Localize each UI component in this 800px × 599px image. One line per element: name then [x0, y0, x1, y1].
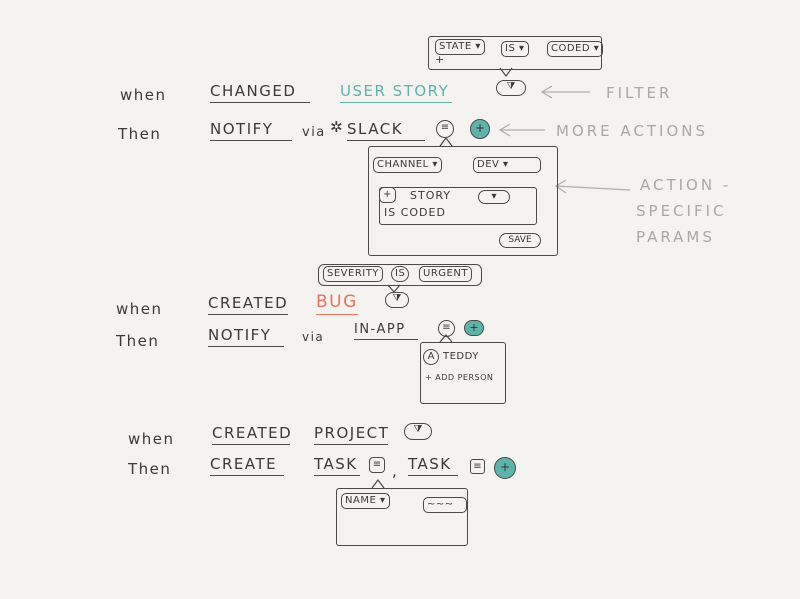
annotation-params-line-2: SPECIFIC — [636, 202, 727, 220]
then-keyword: Then — [118, 125, 162, 143]
plus-icon[interactable]: + — [470, 119, 490, 139]
event-selector[interactable]: CHANGED — [210, 82, 310, 103]
filter-field-value: SEVERITY — [327, 268, 379, 279]
recipients-popover: A TEDDY + ADD PERSON — [420, 342, 506, 404]
channel-selector[interactable]: IN-APP — [354, 322, 418, 340]
filter-value-dropdown[interactable]: CODED ▾ — [547, 41, 604, 57]
chevron-down-icon: ▾ — [518, 43, 525, 54]
chevron-down-icon: ▾ — [432, 159, 438, 170]
channel-selector[interactable]: SLACK — [347, 120, 425, 141]
event-selector[interactable]: CREATED — [208, 294, 288, 315]
popover-pointer — [371, 479, 385, 489]
chevron-down-icon: ▾ — [593, 43, 600, 54]
task-field-dropdown[interactable]: NAME ▾ — [341, 493, 390, 509]
via-keyword: via — [302, 125, 326, 140]
annotation-params-line-1: ACTION - — [640, 176, 732, 194]
separator: , — [392, 462, 399, 480]
add-person-button[interactable]: + ADD PERSON — [425, 373, 493, 382]
when-keyword: when — [128, 430, 175, 448]
action-selector[interactable]: NOTIFY — [210, 120, 292, 141]
via-keyword: via — [302, 330, 325, 344]
event-selector[interactable]: CREATED — [212, 424, 291, 445]
channel-field-label: CHANNEL ▾ — [373, 157, 442, 173]
annotation-filter: FILTER — [606, 84, 673, 102]
action-selector[interactable]: NOTIFY — [208, 326, 284, 347]
filter-popover: STATE ▾ IS ▾ CODED ▾ + — [428, 36, 604, 70]
filter-operator-dropdown[interactable]: IS — [391, 266, 410, 282]
then-keyword: Then — [128, 460, 172, 478]
more-actions-arrow — [498, 123, 545, 137]
when-keyword: when — [116, 300, 163, 318]
then-keyword: Then — [116, 332, 160, 350]
target-selector-1[interactable]: TASK — [314, 455, 360, 476]
params-popover: CHANNEL ▾ DEV ▾ + STORY ▾ IS CODED SAVE — [368, 146, 558, 256]
channel-value-dropdown[interactable]: DEV ▾ — [473, 157, 541, 173]
filter-icon[interactable]: ⧩ — [496, 80, 526, 96]
object-selector[interactable]: BUG — [316, 292, 358, 315]
params-arrow — [554, 179, 631, 194]
filter-field-value: STATE — [439, 41, 472, 52]
filter-operator-dropdown[interactable]: IS ▾ — [501, 41, 529, 57]
when-keyword: when — [120, 86, 167, 104]
message-token-label: STORY — [410, 189, 452, 202]
token-dropdown[interactable]: ▾ — [478, 190, 510, 204]
chevron-down-icon: ▾ — [379, 495, 386, 506]
annotation-params-line-3: PARAMS — [636, 228, 715, 246]
filter-icon[interactable]: ⧩ — [385, 292, 409, 308]
message-text: IS CODED — [384, 206, 446, 219]
action-selector[interactable]: CREATE — [210, 455, 284, 476]
filter-value-text: CODED — [551, 43, 591, 54]
filter-operator-value: IS — [505, 43, 516, 54]
filter-value-dropdown[interactable]: URGENT — [419, 266, 472, 282]
plus-icon[interactable]: + — [494, 457, 516, 479]
list-icon[interactable]: ≡ — [436, 120, 454, 138]
list-icon[interactable]: ≡ — [369, 457, 385, 473]
chevron-down-icon: ▾ — [475, 41, 481, 52]
save-button[interactable]: SAVE — [499, 233, 541, 248]
chevron-down-icon: ▾ — [503, 159, 509, 170]
message-textarea[interactable]: + STORY ▾ IS CODED — [379, 187, 537, 225]
task-field-label: NAME — [345, 495, 377, 506]
slack-icon: ✲ — [330, 118, 345, 136]
filter-arrow — [540, 85, 590, 99]
filter-icon[interactable]: ⧩ — [404, 423, 432, 440]
task-params-popover: NAME ▾ ~~~ — [336, 488, 468, 546]
filter-field-dropdown[interactable]: SEVERITY — [323, 266, 383, 282]
filter-popover: SEVERITY IS URGENT — [318, 264, 482, 286]
recipient-name[interactable]: TEDDY — [443, 351, 479, 362]
list-icon[interactable]: ≡ — [470, 459, 485, 474]
avatar: A — [423, 349, 439, 365]
object-selector[interactable]: PROJECT — [314, 424, 388, 445]
add-condition-button[interactable]: + — [435, 53, 445, 66]
object-selector[interactable]: USER STORY — [340, 82, 452, 103]
plus-icon[interactable]: + — [464, 320, 484, 336]
annotation-more-actions: MORE ACTIONS — [556, 122, 709, 140]
insert-token-button[interactable]: + — [379, 187, 396, 203]
task-value-input[interactable]: ~~~ — [423, 497, 467, 513]
list-icon[interactable]: ≡ — [438, 320, 455, 337]
popover-pointer — [439, 137, 453, 147]
target-selector-2[interactable]: TASK — [408, 455, 458, 476]
popover-pointer — [387, 284, 401, 293]
channel-value-text: DEV — [477, 159, 500, 170]
channel-label-text: CHANNEL — [377, 159, 429, 170]
